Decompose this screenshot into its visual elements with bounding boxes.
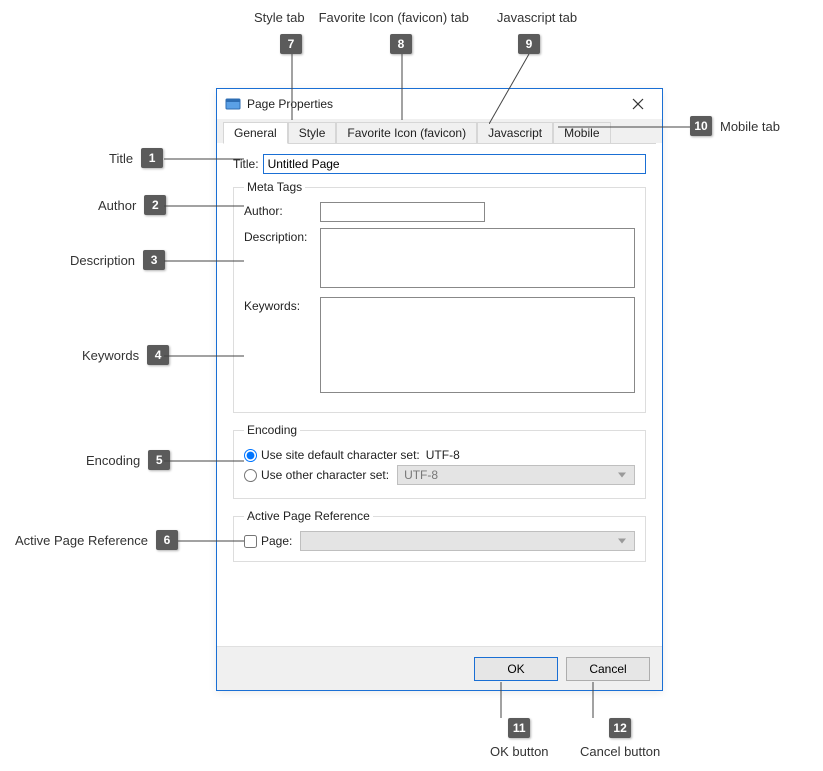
encoding-default-radio[interactable] — [244, 449, 257, 462]
dialog-title: Page Properties — [247, 97, 622, 111]
annotation-7: 7 — [280, 34, 302, 54]
description-label: Description: — [244, 228, 320, 244]
close-button[interactable] — [622, 92, 654, 116]
annotation-11: 11 OK button — [490, 718, 549, 759]
title-label: Title: — [233, 157, 259, 171]
author-input[interactable] — [320, 202, 485, 222]
app-icon — [225, 96, 241, 112]
keywords-label: Keywords: — [244, 297, 320, 313]
close-icon — [632, 98, 644, 110]
tabstrip: General Style Favorite Icon (favicon) Ja… — [217, 119, 662, 143]
encoding-other-radio[interactable] — [244, 469, 257, 482]
encoding-default-value: UTF-8 — [426, 448, 460, 462]
encoding-other-select[interactable]: UTF-8 — [397, 465, 635, 485]
author-label: Author: — [244, 202, 320, 218]
encoding-default-label: Use site default character set: — [261, 448, 420, 462]
annotation-1: Title 1 — [109, 148, 163, 168]
annotation-7-label: Style tab Favorite Icon (favicon) tab Ja… — [254, 10, 577, 25]
annotation-9: 9 — [518, 34, 540, 54]
apr-page-label: Page: — [261, 534, 292, 548]
description-input[interactable] — [320, 228, 635, 288]
active-page-reference-group: Active Page Reference Page: — [233, 509, 646, 562]
annotation-12: 12 Cancel button — [580, 718, 660, 759]
annotation-10: 10 Mobile tab — [690, 116, 780, 136]
annotation-6: Active Page Reference 6 — [15, 530, 178, 550]
tab-javascript[interactable]: Javascript — [477, 122, 553, 144]
tab-content-general: Title: Meta Tags Author: Description: Ke… — [223, 143, 656, 640]
tab-mobile[interactable]: Mobile — [553, 122, 610, 144]
keywords-input[interactable] — [320, 297, 635, 393]
titlebar: Page Properties — [217, 89, 662, 119]
annotation-3: Description 3 — [70, 250, 165, 270]
dialog-button-bar: OK Cancel — [217, 646, 662, 690]
apr-page-checkbox[interactable] — [244, 535, 257, 548]
ok-button[interactable]: OK — [474, 657, 558, 681]
encoding-other-select-value: UTF-8 — [404, 468, 438, 482]
page-properties-dialog: Page Properties General Style Favorite I… — [216, 88, 663, 691]
annotation-8: 8 — [390, 34, 412, 54]
tab-general[interactable]: General — [223, 122, 288, 144]
encoding-group: Encoding Use site default character set:… — [233, 423, 646, 499]
apr-page-select[interactable] — [300, 531, 635, 551]
annotation-2: Author 2 — [98, 195, 166, 215]
meta-tags-group: Meta Tags Author: Description: Keywords: — [233, 180, 646, 413]
tab-favicon[interactable]: Favorite Icon (favicon) — [336, 122, 477, 144]
cancel-button[interactable]: Cancel — [566, 657, 650, 681]
encoding-legend: Encoding — [244, 423, 300, 437]
meta-tags-legend: Meta Tags — [244, 180, 305, 194]
annotation-5: Encoding 5 — [86, 450, 170, 470]
encoding-other-label: Use other character set: — [261, 468, 389, 482]
tab-style[interactable]: Style — [288, 122, 337, 144]
annotation-4: Keywords 4 — [82, 345, 169, 365]
apr-legend: Active Page Reference — [244, 509, 373, 523]
title-input[interactable] — [263, 154, 646, 174]
